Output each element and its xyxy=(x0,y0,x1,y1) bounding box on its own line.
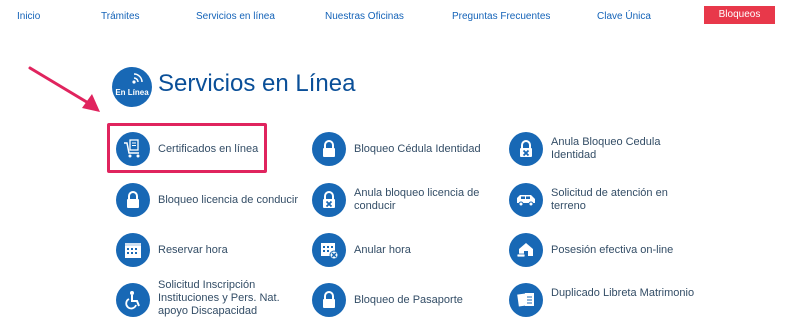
booklet-icon xyxy=(509,283,543,317)
padlock-icon xyxy=(312,132,346,166)
service-label: Bloqueo de Pasaporte xyxy=(354,294,463,306)
top-nav: Inicio Trámites Servicios en línea Nuest… xyxy=(0,0,800,34)
service-label: Duplicado Libreta Matrimonio xyxy=(551,287,695,299)
service-label: Anula bloqueo licencia de conducir xyxy=(354,187,480,212)
service-label: Solicitud Inscripción Instituciones y Pe… xyxy=(158,279,280,317)
service-label: Reservar hora xyxy=(158,244,228,256)
bloqueos-button[interactable]: Bloqueos xyxy=(704,6,775,24)
annotation-arrow-icon xyxy=(28,66,100,112)
service-label: Anula Bloqueo Cedula Identidad xyxy=(551,136,661,161)
badge-text: En Línea xyxy=(115,88,149,97)
nav-tramites[interactable]: Trámites xyxy=(101,11,140,22)
highlight-annotation-box xyxy=(107,123,267,173)
nav-servicios-en-linea[interactable]: Servicios en línea xyxy=(196,11,275,22)
service-label: Anular hora xyxy=(354,244,411,256)
calendar-icon xyxy=(116,233,150,267)
nav-nuestras-oficinas[interactable]: Nuestras Oficinas xyxy=(325,11,404,22)
padlock-icon xyxy=(116,183,150,217)
nav-inicio[interactable]: Inicio xyxy=(17,11,40,22)
unlock-x-icon xyxy=(509,132,543,166)
service-label: Posesión efectiva on-line xyxy=(551,244,674,256)
service-label: Solicitud de atención en terreno xyxy=(551,187,668,212)
nav-clave-unica[interactable]: Clave Única xyxy=(597,11,651,22)
padlock-icon xyxy=(312,283,346,317)
house-car-icon xyxy=(509,233,543,267)
service-label: Bloqueo licencia de conducir xyxy=(158,194,299,206)
wifi-icon xyxy=(132,73,143,84)
unlock-x-icon xyxy=(312,183,346,217)
page-title: Servicios en Línea xyxy=(158,70,356,97)
service-label: Bloqueo Cédula Identidad xyxy=(354,143,481,155)
calendar-x-icon xyxy=(312,233,346,267)
van-icon xyxy=(509,183,543,217)
wheelchair-icon xyxy=(116,283,150,317)
nav-preguntas-frecuentes[interactable]: Preguntas Frecuentes xyxy=(452,11,550,22)
en-linea-badge: En Línea xyxy=(112,67,152,107)
